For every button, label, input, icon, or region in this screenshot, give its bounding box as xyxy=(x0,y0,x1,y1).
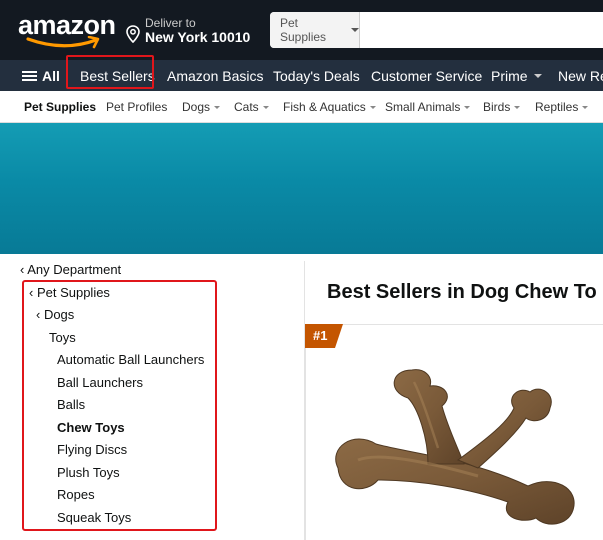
subnav-item-fish-aquatics[interactable]: Fish & Aquatics xyxy=(283,91,376,123)
subnav-fish-label: Fish & Aquatics xyxy=(283,100,366,114)
subnav-birds-label: Birds xyxy=(483,100,511,114)
nav-item-prime-label: Prime xyxy=(491,67,528,84)
deliver-to-location: New York 10010 xyxy=(145,29,251,45)
hamburger-menu-icon xyxy=(22,69,37,83)
chevron-down-icon xyxy=(369,105,376,109)
subnav-dogs-label: Dogs xyxy=(182,100,211,114)
subnav-item-small-animals[interactable]: Small Animals xyxy=(385,91,471,123)
chevron-down-icon xyxy=(582,105,589,109)
best-sellers-highlight xyxy=(66,55,154,89)
chevron-down-icon xyxy=(351,28,359,32)
chevron-down-icon xyxy=(514,105,521,109)
subnav-item-dogs[interactable]: Dogs xyxy=(182,91,221,123)
subnav-cats-label: Cats xyxy=(234,100,259,114)
subnav-small-animals-label: Small Animals xyxy=(385,100,461,114)
subnav-item-pet-profiles[interactable]: Pet Profiles xyxy=(106,91,167,123)
nav-item-todays-deals[interactable]: Today's Deals xyxy=(273,60,360,91)
chevron-down-icon xyxy=(464,105,471,109)
nav-item-amazon-basics[interactable]: Amazon Basics xyxy=(167,60,263,91)
top-header: amazon Deliver to New York 10010 Pet Sup… xyxy=(0,0,603,60)
location-pin-icon xyxy=(126,25,140,43)
nav-item-new-releases[interactable]: New Rel xyxy=(558,60,603,91)
nav-all-menu[interactable]: All xyxy=(22,60,60,91)
subnav-item-reptiles[interactable]: Reptiles xyxy=(535,91,589,123)
amazon-smile-icon xyxy=(26,36,100,49)
nav-all-label: All xyxy=(42,67,60,84)
rank-number: #1 xyxy=(313,328,328,343)
deliver-to-label: Deliver to xyxy=(145,16,196,30)
chevron-down-icon xyxy=(214,105,221,109)
sub-nav: Pet Supplies Pet Profiles Dogs Cats Fish… xyxy=(0,91,603,123)
rank-badge: #1 xyxy=(305,324,343,348)
sidebar-any-department[interactable]: ‹ Any Department xyxy=(20,262,121,277)
chevron-down-icon xyxy=(262,105,269,109)
search-category-label: Pet Supplies xyxy=(280,16,327,44)
search-category-dropdown[interactable]: Pet Supplies xyxy=(270,12,360,48)
product-image-wishbone-chew-toy[interactable] xyxy=(318,368,588,530)
nav-item-prime[interactable]: Prime xyxy=(491,60,542,91)
page-title: Best Sellers in Dog Chew To xyxy=(327,281,597,303)
chevron-down-icon xyxy=(533,73,542,78)
nav-item-customer-service[interactable]: Customer Service xyxy=(371,60,482,91)
search-bar[interactable]: Pet Supplies xyxy=(270,12,603,48)
subnav-item-birds[interactable]: Birds xyxy=(483,91,521,123)
subnav-item-pet-supplies[interactable]: Pet Supplies xyxy=(24,91,96,123)
deliver-to[interactable]: Deliver to New York 10010 xyxy=(126,14,266,46)
subnav-item-cats[interactable]: Cats xyxy=(234,91,269,123)
promo-banner[interactable] xyxy=(0,123,603,254)
subnav-reptiles-label: Reptiles xyxy=(535,100,579,114)
sidebar-category-highlight xyxy=(22,280,217,531)
amazon-logo[interactable]: amazon xyxy=(18,8,116,52)
